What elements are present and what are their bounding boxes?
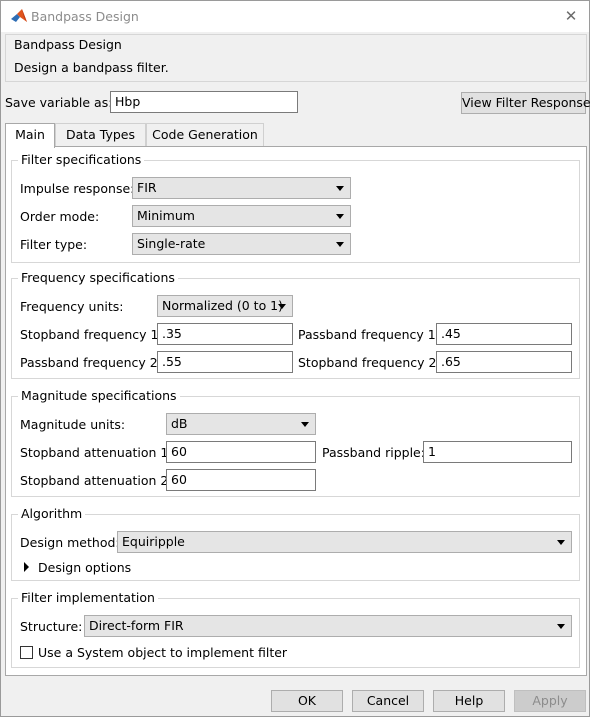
view-filter-response-button[interactable]: View Filter Response: [461, 92, 590, 114]
stopband-frequency-2-input[interactable]: .65: [436, 351, 572, 373]
filter-specifications-group: Filter specifications Impulse response: …: [11, 152, 580, 263]
filter-specifications-title: Filter specifications: [18, 152, 145, 167]
design-method-value: Equiripple: [122, 534, 185, 549]
system-object-checkbox[interactable]: [20, 646, 33, 659]
stopband-frequency-1-input[interactable]: .35: [157, 323, 293, 345]
structure-label: Structure:: [20, 619, 83, 634]
chevron-down-icon: [336, 186, 344, 191]
passband-frequency-1-input[interactable]: .45: [436, 323, 572, 345]
frequency-units-value: Normalized (0 to 1): [162, 298, 284, 313]
impulse-response-select[interactable]: FIR: [132, 177, 351, 199]
ok-button[interactable]: OK: [271, 690, 343, 712]
stopband-attenuation-1-label: Stopband attenuation 1:: [20, 445, 173, 460]
filter-type-label: Filter type:: [20, 237, 88, 252]
impulse-response-label: Impulse response:: [20, 181, 135, 196]
header-panel: Bandpass Design Design a bandpass filter…: [5, 34, 587, 82]
window-title: Bandpass Design: [31, 9, 139, 24]
cancel-button[interactable]: Cancel: [352, 690, 424, 712]
filter-implementation-title: Filter implementation: [18, 590, 158, 605]
filter-type-select[interactable]: Single-rate: [132, 233, 351, 255]
main-tab-panel: Filter specifications Impulse response: …: [5, 146, 587, 676]
structure-select[interactable]: Direct-form FIR: [84, 615, 572, 637]
expand-arrow-icon[interactable]: [24, 562, 29, 572]
stopband-attenuation-1-input[interactable]: 60: [166, 441, 316, 463]
order-mode-value: Minimum: [137, 208, 195, 223]
frequency-specifications-group: Frequency specifications Frequency units…: [11, 270, 580, 379]
save-variable-label: Save variable as:: [5, 95, 113, 110]
chevron-down-icon: [557, 624, 565, 629]
stopband-frequency-2-label: Stopband frequency 2:: [298, 355, 441, 370]
title-bar: Bandpass Design ✕: [1, 1, 589, 32]
design-options-toggle[interactable]: Design options: [38, 560, 131, 575]
tab-main[interactable]: Main: [5, 123, 55, 148]
apply-button[interactable]: Apply: [514, 690, 586, 712]
passband-ripple-input[interactable]: 1: [423, 441, 572, 463]
help-button[interactable]: Help: [433, 690, 505, 712]
design-method-label: Design method:: [20, 535, 120, 550]
filter-implementation-group: Filter implementation Structure: Direct-…: [11, 590, 580, 668]
magnitude-units-label: Magnitude units:: [20, 417, 126, 432]
order-mode-label: Order mode:: [20, 209, 100, 224]
chevron-down-icon: [301, 422, 309, 427]
frequency-units-label: Frequency units:: [20, 299, 124, 314]
impulse-response-value: FIR: [137, 180, 157, 195]
passband-frequency-1-label: Passband frequency 1:: [298, 327, 440, 342]
chevron-down-icon: [336, 242, 344, 247]
magnitude-units-value: dB: [171, 416, 188, 431]
algorithm-title: Algorithm: [18, 506, 86, 521]
chevron-down-icon: [557, 540, 565, 545]
stopband-frequency-1-label: Stopband frequency 1:: [20, 327, 163, 342]
save-variable-input[interactable]: Hbp: [110, 91, 298, 113]
passband-frequency-2-label: Passband frequency 2:: [20, 355, 162, 370]
magnitude-specifications-title: Magnitude specifications: [18, 388, 180, 403]
structure-value: Direct-form FIR: [89, 618, 184, 633]
close-icon[interactable]: ✕: [559, 5, 583, 27]
tab-data-types[interactable]: Data Types: [55, 123, 146, 147]
magnitude-specifications-group: Magnitude specifications Magnitude units…: [11, 388, 580, 497]
order-mode-select[interactable]: Minimum: [132, 205, 351, 227]
chevron-down-icon: [278, 304, 286, 309]
header-description: Design a bandpass filter.: [14, 60, 169, 75]
design-method-select[interactable]: Equiripple: [117, 531, 572, 553]
frequency-units-select[interactable]: Normalized (0 to 1): [157, 295, 293, 317]
stopband-attenuation-2-label: Stopband attenuation 2:: [20, 473, 173, 488]
matlab-logo-icon: [11, 9, 27, 22]
passband-ripple-label: Passband ripple:: [322, 445, 425, 460]
magnitude-units-select[interactable]: dB: [166, 413, 316, 435]
filter-type-value: Single-rate: [137, 236, 206, 251]
algorithm-group: Algorithm Design method: Equiripple Desi…: [11, 506, 580, 581]
frequency-specifications-title: Frequency specifications: [18, 270, 178, 285]
stopband-attenuation-2-input[interactable]: 60: [166, 469, 316, 491]
header-title: Bandpass Design: [14, 37, 122, 52]
chevron-down-icon: [336, 214, 344, 219]
bandpass-design-dialog: Bandpass Design ✕ Bandpass Design Design…: [0, 0, 590, 717]
tab-code-generation[interactable]: Code Generation: [146, 123, 264, 147]
system-object-label: Use a System object to implement filter: [38, 645, 288, 660]
passband-frequency-2-input[interactable]: .55: [157, 351, 293, 373]
